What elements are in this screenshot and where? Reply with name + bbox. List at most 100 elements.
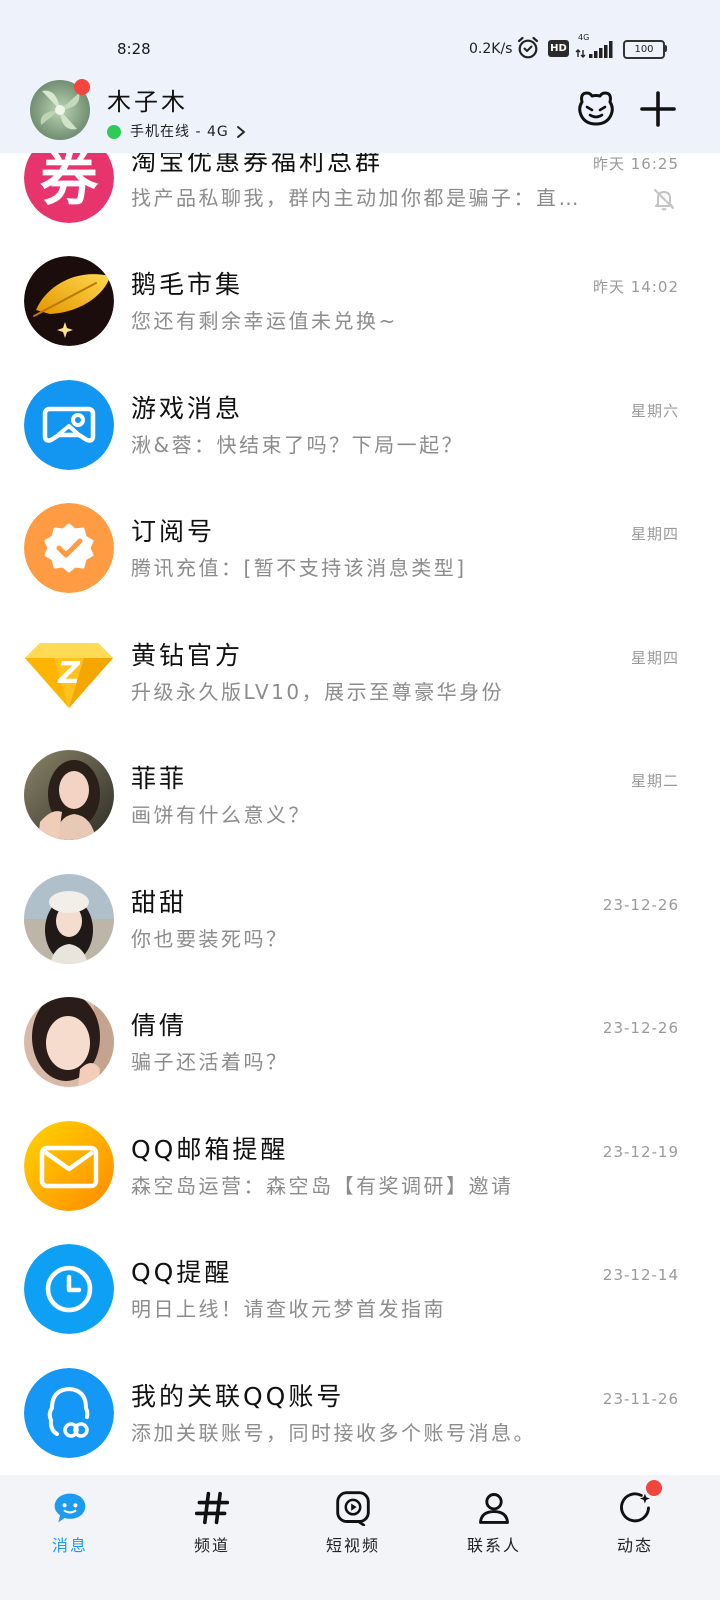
- message-preview: 找产品私聊我，群内主动加你都是骗子：直…: [131, 185, 581, 210]
- tab-short-video[interactable]: 短视频: [303, 1475, 403, 1575]
- conversation-linked-qq-accounts[interactable]: 我的关联QQ账号 23-11-26 添加关联账号，同时接收多个账号消息。: [0, 1351, 720, 1475]
- coupon-icon: 券: [24, 153, 114, 223]
- conversation-time: 星期二: [630, 772, 679, 791]
- hd-badge: HD: [548, 40, 569, 57]
- activity-feed-icon: [620, 1492, 650, 1523]
- tab-label: 频道: [193, 1536, 230, 1555]
- avatar-text: Z: [57, 656, 81, 691]
- conversation-title: QQ邮箱提醒: [131, 1134, 289, 1164]
- chat-bubble-icon: [54, 1493, 86, 1523]
- conversation-tiantian[interactable]: 甜甜 23-12-26 你也要装死吗？: [0, 857, 720, 981]
- avatar-text: 券: [40, 153, 99, 213]
- conversation-title: 游戏消息: [131, 393, 244, 423]
- avatar[interactable]: [24, 750, 114, 840]
- bottom-nav: 消息 频道 短视频 联系人 动态: [0, 1475, 720, 1600]
- conversation-time: 星期四: [630, 648, 679, 667]
- message-preview: 明日上线！请查收元梦首发指南: [131, 1297, 446, 1322]
- message-preview: 森空岛运营：森空岛【有奖调研】邀请: [131, 1173, 514, 1198]
- message-preview: 你也要装死吗？: [131, 926, 289, 951]
- conversation-title: 菲菲: [131, 764, 188, 794]
- conversation-time: 星期六: [630, 401, 679, 420]
- avatar[interactable]: Z: [24, 627, 114, 717]
- message-preview: 添加关联账号，同时接收多个账号消息。: [131, 1420, 536, 1445]
- conversation-time: 23-12-19: [602, 1142, 679, 1161]
- conversation-qianqian[interactable]: 倩倩 23-12-26 骗子还活着吗？: [0, 980, 720, 1104]
- conversation-time: 23-12-14: [602, 1266, 679, 1285]
- chevron-right-icon: [236, 126, 245, 138]
- conversation-feifei[interactable]: 菲菲 星期二 画饼有什么意义？: [0, 733, 720, 857]
- online-status[interactable]: 手机在线 - 4G: [107, 122, 246, 142]
- conversation-list[interactable]: 券 淘宝优惠券福利总群 昨天 16:25 找产品私聊我，群内主动加你都是骗子：直…: [0, 153, 720, 1475]
- status-time: 8:28: [117, 40, 151, 58]
- top-bar: 8:28 0.2K/s HD 4G 100 木子木 手机在线 - 4G: [0, 0, 720, 153]
- avatar[interactable]: [24, 1244, 114, 1334]
- tab-contacts[interactable]: 联系人: [444, 1475, 544, 1575]
- message-preview: 升级永久版LV10，展示至尊豪华身份: [131, 679, 505, 704]
- conversation-time: 昨天 16:25: [593, 154, 679, 173]
- avatar[interactable]: [24, 1120, 114, 1211]
- online-dot: [107, 125, 121, 139]
- conversation-time: 23-11-26: [602, 1389, 679, 1408]
- add-icon[interactable]: [640, 91, 676, 127]
- tab-activity[interactable]: 动态: [585, 1475, 685, 1575]
- conversation-qq-mail-reminder[interactable]: QQ邮箱提醒 23-12-19 森空岛运营：森空岛【有奖调研】邀请: [0, 1104, 720, 1228]
- cat-face-icon[interactable]: [576, 88, 616, 128]
- avatar-notification-dot: [74, 79, 90, 95]
- golden-feather-icon: [24, 256, 114, 346]
- battery-terminal: [664, 45, 667, 52]
- linked-account-icon: [24, 1367, 114, 1458]
- tab-label: 联系人: [466, 1536, 521, 1555]
- conversation-title: 淘宝优惠券福利总群: [131, 153, 384, 176]
- conversation-game-messages[interactable]: 游戏消息 星期六 湫&蓉：快结束了吗？下局一起？: [0, 363, 720, 487]
- conversation-subscriptions[interactable]: 订阅号 星期四 腾讯充值：[暂不支持该消息类型]: [0, 486, 720, 610]
- contact-person-icon: [479, 1493, 509, 1524]
- tab-label: 消息: [51, 1536, 88, 1555]
- conversation-time: 23-12-26: [602, 1019, 679, 1038]
- avatar[interactable]: [24, 1367, 114, 1458]
- conversation-title: QQ提醒: [131, 1258, 233, 1288]
- avatar[interactable]: [24, 379, 114, 470]
- conversation-title: 鹅毛市集: [131, 270, 244, 300]
- mail-envelope-icon: [24, 1120, 114, 1211]
- video-play-icon: [336, 1491, 370, 1526]
- profile-photo: [24, 997, 114, 1087]
- signal-icon: [575, 41, 613, 58]
- conversation-time: 23-12-26: [602, 895, 679, 914]
- conversation-yellow-diamond-official[interactable]: Z 黄钻官方 星期四 升级永久版LV10，展示至尊豪华身份: [0, 610, 720, 734]
- conversation-title: 订阅号: [131, 517, 216, 547]
- online-status-text: 手机在线 - 4G: [130, 124, 229, 140]
- avatar[interactable]: [24, 503, 114, 593]
- avatar[interactable]: [24, 997, 114, 1087]
- conversation-qq-reminder[interactable]: QQ提醒 23-12-14 明日上线！请查收元梦首发指南: [0, 1227, 720, 1351]
- verified-badge-icon: [24, 503, 114, 593]
- game-controller-icon: [24, 379, 114, 470]
- conversation-title: 我的关联QQ账号: [131, 1381, 345, 1411]
- tab-channels[interactable]: 频道: [162, 1475, 262, 1575]
- avatar[interactable]: 券: [24, 153, 114, 223]
- conversation-time: 昨天 14:02: [593, 278, 679, 297]
- conversation-title: 甜甜: [131, 887, 188, 917]
- profile-photo: [24, 750, 114, 840]
- conversation-taobao-coupon-group[interactable]: 券 淘宝优惠券福利总群 昨天 16:25 找产品私聊我，群内主动加你都是骗子：直…: [0, 153, 720, 239]
- status-net-speed: 0.2K/s: [469, 41, 513, 57]
- activity-notification-dot: [646, 1480, 662, 1496]
- tab-label: 短视频: [325, 1536, 380, 1555]
- conversation-title: 倩倩: [131, 1011, 188, 1041]
- message-preview: 腾讯充值：[暂不支持该消息类型]: [131, 556, 467, 581]
- avatar[interactable]: [24, 256, 114, 346]
- yellow-diamond-icon: Z: [25, 642, 113, 708]
- tab-messages[interactable]: 消息: [20, 1475, 120, 1575]
- clock-icon: [24, 1244, 114, 1334]
- message-preview: 画饼有什么意义？: [131, 803, 311, 828]
- user-name[interactable]: 木子木: [107, 87, 188, 117]
- alarm-icon: [517, 36, 539, 59]
- conversation-goose-feather-market[interactable]: 鹅毛市集 昨天 14:02 您还有剩余幸运值未兑换~: [0, 239, 720, 363]
- profile-photo: [24, 873, 114, 964]
- conversation-time: 星期四: [630, 525, 679, 544]
- avatar[interactable]: [24, 873, 114, 964]
- message-preview: 骗子还活着吗？: [131, 1050, 289, 1075]
- battery-icon: 100: [623, 40, 665, 59]
- message-preview: 您还有剩余幸运值未兑换~: [131, 309, 398, 334]
- tab-label: 动态: [616, 1536, 653, 1555]
- conversation-title: 黄钻官方: [131, 640, 244, 670]
